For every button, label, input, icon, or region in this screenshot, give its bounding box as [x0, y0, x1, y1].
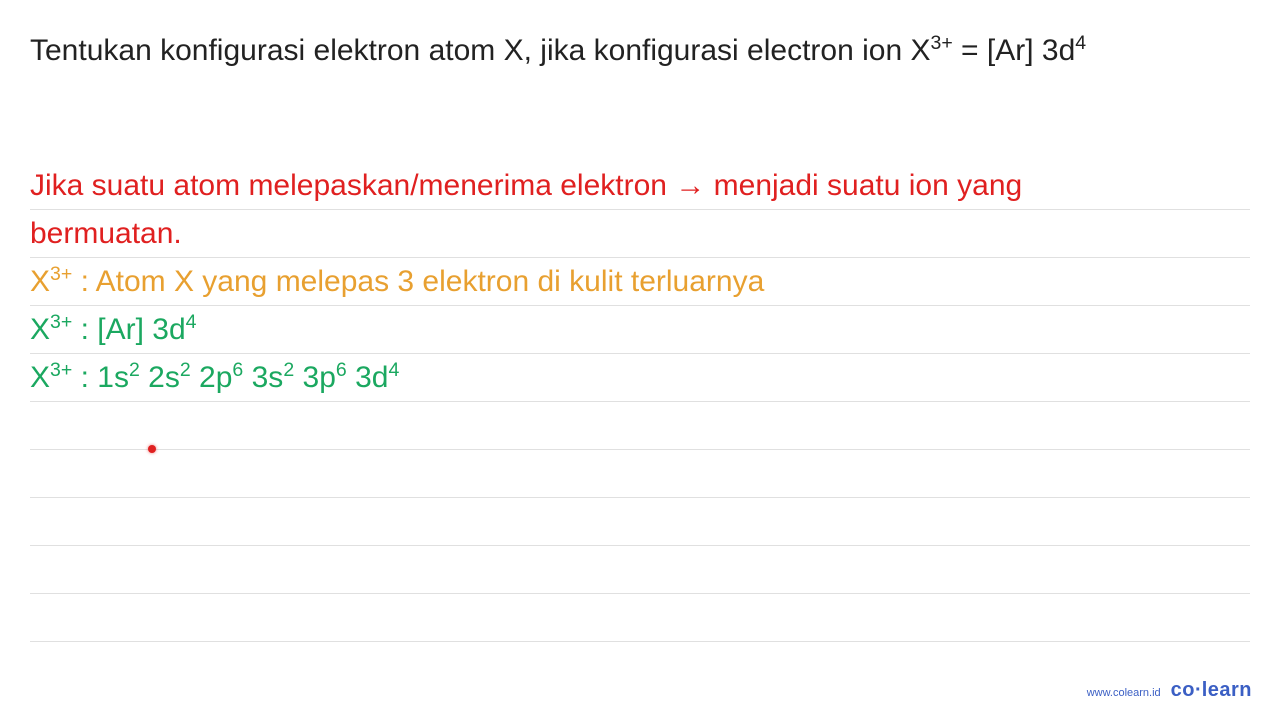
- red1-part1: Jika suatu atom melepaskan/menerima elek…: [30, 169, 675, 202]
- red1-part2: menjadi suatu ion yang: [705, 169, 1022, 202]
- g1-pre: X: [30, 313, 50, 346]
- g2-s6: 3d: [347, 361, 389, 394]
- g2-e2: 2: [180, 359, 191, 381]
- arrow-icon: →: [675, 169, 705, 202]
- g2-e4: 2: [283, 359, 294, 381]
- logo-post: learn: [1202, 679, 1252, 701]
- empty-rule-line: [30, 594, 1250, 642]
- g1-sup: 3+: [50, 311, 72, 333]
- g2-e3: 6: [232, 359, 243, 381]
- question-ion-sup: 3+: [930, 32, 952, 54]
- explanation-green-line-1: X3+ : [Ar] 3d4: [30, 313, 197, 347]
- line-row: bermuatan.: [30, 210, 1250, 258]
- g2-s1: : 1s: [72, 361, 129, 394]
- g2-e1: 2: [129, 359, 140, 381]
- footer: www.colearn.id co·learn: [1087, 679, 1252, 702]
- explanation-orange-line: X3+ : Atom X yang melepas 3 elektron di …: [30, 265, 764, 299]
- empty-rule-line: [30, 402, 1250, 450]
- g1-sup2: 4: [186, 311, 197, 333]
- g1-mid: : [Ar] 3d: [72, 313, 185, 346]
- question-mid: = [Ar] 3d: [953, 34, 1076, 67]
- g2-s4: 3s: [243, 361, 283, 394]
- question-prefix: Tentukan konfigurasi elektron atom X, ji…: [30, 34, 930, 67]
- orange-pre: X: [30, 265, 50, 298]
- line-row: X3+ : [Ar] 3d4: [30, 306, 1250, 354]
- orange-sup: 3+: [50, 263, 72, 285]
- orange-rest: : Atom X yang melepas 3 elektron di kuli…: [72, 265, 764, 298]
- line-row: X3+ : Atom X yang melepas 3 elektron di …: [30, 258, 1250, 306]
- footer-url: www.colearn.id: [1087, 687, 1161, 699]
- explanation-area: Jika suatu atom melepaskan/menerima elek…: [0, 162, 1280, 642]
- g2-sup: 3+: [50, 359, 72, 381]
- empty-rule-line: [30, 450, 1250, 498]
- g2-e5: 6: [336, 359, 347, 381]
- laser-pointer-icon: [148, 445, 156, 453]
- g2-s3: 2p: [191, 361, 233, 394]
- line-row: X3+ : 1s2 2s2 2p6 3s2 3p6 3d4: [30, 354, 1250, 402]
- logo-pre: co: [1171, 679, 1195, 701]
- g2-s2: 2s: [140, 361, 180, 394]
- empty-rule-line: [30, 498, 1250, 546]
- g2-e6: 4: [388, 359, 399, 381]
- question-end-sup: 4: [1075, 32, 1086, 54]
- logo-dot: ·: [1195, 679, 1202, 701]
- explanation-green-line-2: X3+ : 1s2 2s2 2p6 3s2 3p6 3d4: [30, 361, 399, 395]
- footer-logo: co·learn: [1171, 679, 1252, 702]
- explanation-red-line-2: bermuatan.: [30, 211, 182, 256]
- explanation-red-line-1: Jika suatu atom melepaskan/menerima elek…: [30, 163, 1022, 208]
- question-text: Tentukan konfigurasi elektron atom X, ji…: [0, 0, 1280, 82]
- g2-s5: 3p: [294, 361, 336, 394]
- g2-pre: X: [30, 361, 50, 394]
- line-row: Jika suatu atom melepaskan/menerima elek…: [30, 162, 1250, 210]
- empty-rule-line: [30, 546, 1250, 594]
